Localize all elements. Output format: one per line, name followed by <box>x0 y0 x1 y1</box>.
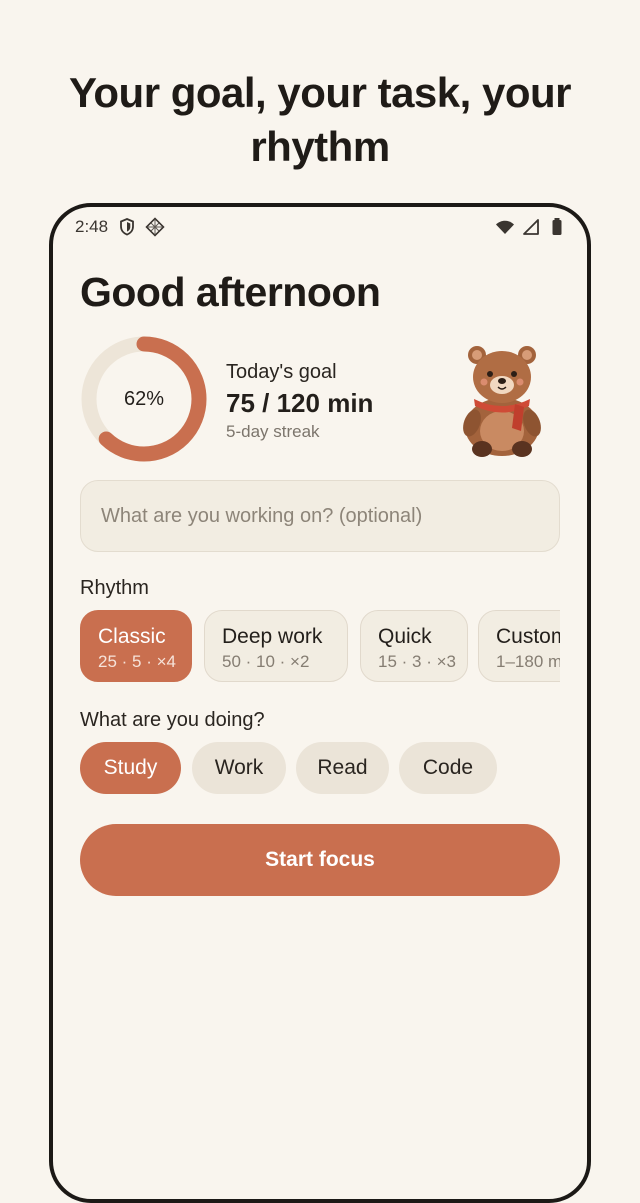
headline-line-2: rhythm <box>250 123 390 170</box>
rhythm-option-name: Classic <box>98 625 166 648</box>
headline: Your goal, your task, your rhythm <box>0 66 640 174</box>
wifi-icon <box>495 217 515 237</box>
status-bar: 2:48 <box>73 215 567 241</box>
battery-icon <box>547 217 567 237</box>
phone-frame: 2:48 Good afternoon 62% Today's goal 75 … <box>49 203 591 1203</box>
rhythm-option-detail: 50 · 10 · ×2 <box>222 652 310 671</box>
start-focus-button[interactable]: Start focus <box>80 824 560 896</box>
diamond-grid-icon <box>145 217 165 237</box>
rhythm-option-custom[interactable]: Custom 1–180 min <box>478 610 560 682</box>
goal-summary: Today's goal 75 / 120 min 5-day streak <box>226 359 373 443</box>
rhythm-label: Rhythm <box>80 577 149 599</box>
rhythm-option-detail: 25 · 5 · ×4 <box>98 652 176 671</box>
shield-icon <box>117 217 137 237</box>
rhythm-options: Classic 25 · 5 · ×4 Deep work 50 · 10 · … <box>80 608 560 686</box>
rhythm-option-quick[interactable]: Quick 15 · 3 · ×3 <box>360 610 468 682</box>
goal-value: 75 / 120 min <box>226 388 374 418</box>
goal-progress-ring: 62% <box>80 335 208 463</box>
bear-mascot-illustration <box>457 341 547 459</box>
task-input[interactable] <box>80 480 560 552</box>
rhythm-option-detail: 1–180 min <box>496 652 560 671</box>
activity-chip-code[interactable]: Code <box>399 742 497 794</box>
rhythm-option-name: Custom <box>496 625 560 648</box>
rhythm-option-detail: 15 · 3 · ×3 <box>378 652 456 671</box>
rhythm-option-name: Deep work <box>222 625 323 648</box>
status-time: 2:48 <box>75 217 109 236</box>
activity-chip-study[interactable]: Study <box>80 742 181 794</box>
headline-line-1: Your goal, your task, your <box>69 69 572 116</box>
rhythm-option-deep-work[interactable]: Deep work 50 · 10 · ×2 <box>204 610 348 682</box>
activity-label: What are you doing? <box>80 709 265 731</box>
cellular-signal-icon <box>521 217 541 237</box>
activity-chip-read[interactable]: Read <box>296 742 389 794</box>
activity-chip-work[interactable]: Work <box>192 742 286 794</box>
greeting-title: Good afternoon <box>80 269 381 315</box>
rhythm-option-name: Quick <box>378 625 432 648</box>
goal-title: Today's goal <box>226 361 337 383</box>
rhythm-option-classic[interactable]: Classic 25 · 5 · ×4 <box>80 610 192 682</box>
progress-percent-label: 62% <box>123 388 165 410</box>
goal-streak: 5-day streak <box>226 422 320 441</box>
